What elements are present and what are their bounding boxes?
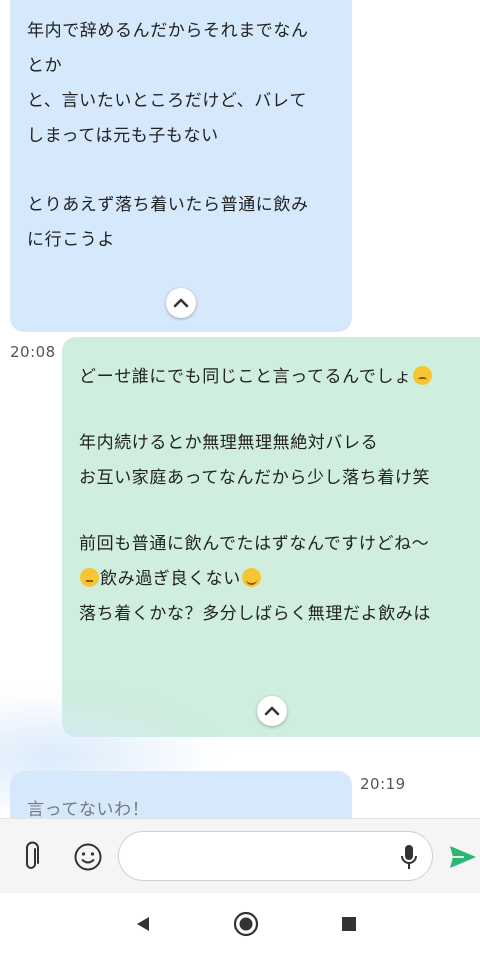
system-navigation-bar bbox=[0, 893, 480, 953]
message-line: とか bbox=[27, 56, 63, 76]
message-line: 年内で辞めるんだからそれまでなん bbox=[27, 21, 309, 41]
back-triangle-icon bbox=[137, 917, 149, 931]
message-input-bar bbox=[0, 818, 480, 894]
incoming-message-bubble[interactable]: 年内で辞めるんだからそれまでなん とか と、言いたいところだけど、バレて しまっ… bbox=[10, 0, 352, 332]
nav-back-button[interactable] bbox=[128, 909, 158, 939]
paperclip-icon bbox=[26, 841, 39, 869]
send-button[interactable] bbox=[446, 839, 480, 875]
message-line: どーせ誰にでも同じこと言ってるんでしょ bbox=[79, 366, 433, 388]
thinking-face-icon bbox=[80, 568, 99, 587]
message-text: 飲み過ぎ良くない bbox=[100, 569, 241, 589]
chevron-up-icon bbox=[173, 298, 189, 308]
collapse-message-button[interactable] bbox=[257, 696, 287, 726]
smiley-icon bbox=[74, 843, 102, 871]
message-line: 飲み過ぎ良くない bbox=[79, 568, 262, 590]
message-timestamp: 20:19 bbox=[360, 775, 406, 793]
message-line: 前回も普通に飲んでたはずなんですけどね〜 bbox=[79, 534, 430, 554]
outgoing-message-bubble[interactable]: どーせ誰にでも同じこと言ってるんでしょ 年内続けるとか無理無理無絶対バレる お互… bbox=[62, 337, 480, 737]
nav-recent-apps-button[interactable] bbox=[334, 909, 364, 939]
recent-square-icon bbox=[342, 917, 356, 931]
home-circle-icon bbox=[233, 911, 259, 937]
message-input[interactable] bbox=[118, 831, 433, 881]
microphone-icon bbox=[401, 845, 417, 869]
incoming-message-bubble[interactable]: 言ってないわ！ bbox=[10, 771, 352, 818]
disappointed-face-icon bbox=[412, 366, 432, 385]
message-line: と、言いたいところだけど、バレて bbox=[27, 91, 308, 111]
message-line: 年内続けるとか無理無理無絶対バレる bbox=[79, 433, 379, 453]
emoji-button[interactable] bbox=[70, 839, 106, 875]
message-line: 落ち着くかな？多分しばらく無理だよ飲みは bbox=[79, 604, 431, 624]
message-line: しまっては元も子もない bbox=[27, 126, 219, 146]
message-text: どーせ誰にでも同じこと言ってるんでしょ bbox=[79, 367, 412, 387]
message-line: に行こうよ bbox=[27, 230, 115, 250]
voice-input-button[interactable] bbox=[392, 839, 426, 875]
message-line: とりあえず落ち着いたら普通に飲み bbox=[27, 195, 309, 215]
chat-area[interactable]: 年内で辞めるんだからそれまでなん とか と、言いたいところだけど、バレて しまっ… bbox=[0, 0, 480, 818]
collapse-message-button[interactable] bbox=[166, 288, 196, 318]
message-line: 言ってないわ！ bbox=[27, 800, 150, 818]
message-timestamp: 20:08 bbox=[10, 343, 56, 361]
attach-button[interactable] bbox=[14, 839, 48, 875]
grinning-sweat-face-icon bbox=[241, 568, 261, 587]
nav-home-button[interactable] bbox=[230, 908, 262, 940]
chevron-up-icon bbox=[264, 706, 280, 716]
send-icon bbox=[450, 846, 476, 868]
message-line: お互い家庭あってなんだから少し落ち着け笑 bbox=[79, 468, 431, 488]
